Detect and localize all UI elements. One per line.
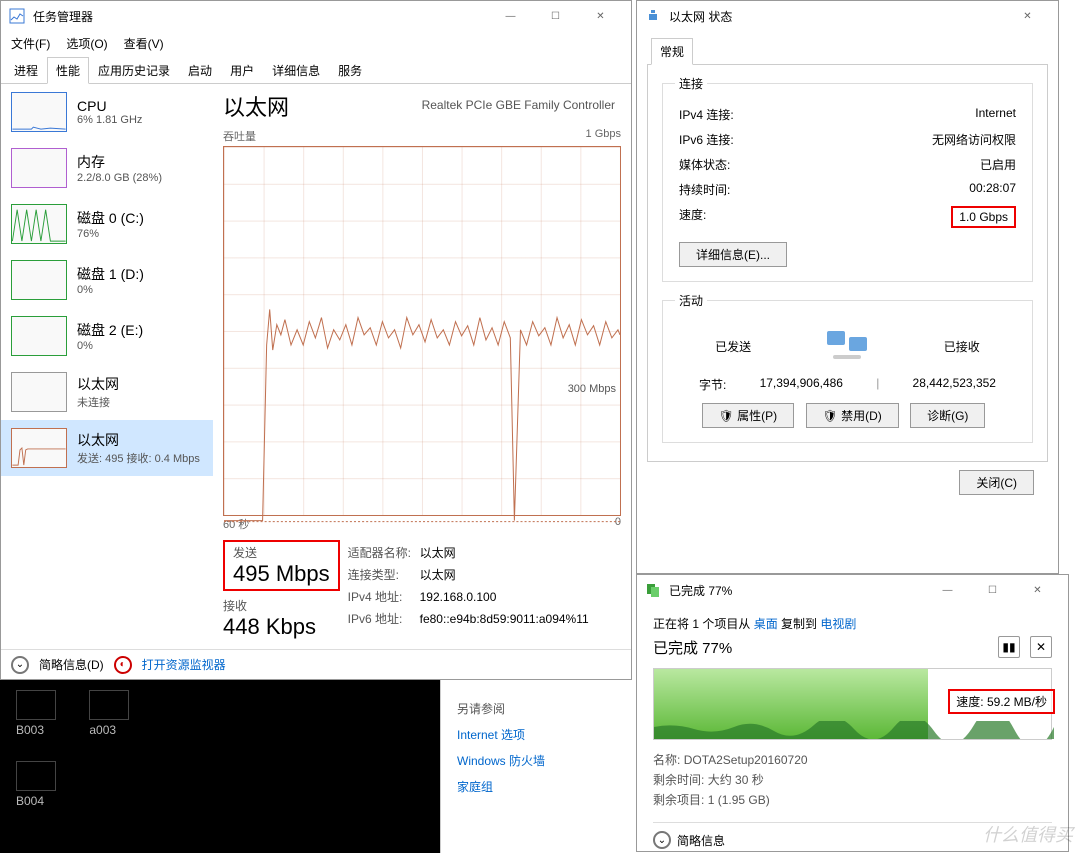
desktop-thumbs: B003 a003 B004 [0,680,440,853]
link-speed: 1.0 Gbps [951,206,1016,228]
tab-startup[interactable]: 启动 [179,57,221,84]
dst-link[interactable]: 电视剧 [820,617,856,631]
tab-services[interactable]: 服务 [329,57,371,84]
sidebar-item-ethernet-1[interactable]: 以太网未连接 [1,364,213,420]
menu-options[interactable]: 选项(O) [60,33,113,54]
media-state: 已启用 [980,156,1016,173]
thumb-b004[interactable] [16,761,56,791]
close-button[interactable]: ✕ [1005,2,1050,30]
speed-label: 速度: 59.2 MB/秒 [948,689,1055,714]
expand-icon[interactable]: ⌄ [653,831,671,849]
resmon-icon: ◐ [114,656,132,674]
stat-ipv4: 192.168.0.100 [420,590,497,604]
details-button[interactable]: 详细信息(E)... [679,242,787,267]
window-title: 已完成 77% [669,582,925,599]
send-highlight: 发送 495 Mbps [223,540,340,591]
status-bar: ⌄ 简略信息(D) ◐ 打开资源监视器 [1,649,631,679]
performance-sidebar: CPU6% 1.81 GHz 内存2.2/8.0 GB (28%) 磁盘 0 (… [1,84,213,650]
sidebar-item-disk2[interactable]: 磁盘 2 (E:)0% [1,308,213,364]
chart-label-throughput: 吞吐量 [223,128,256,144]
chart-label-max: 1 Gbps [586,128,621,144]
properties-button[interactable]: 🛡 属性(P) [702,403,795,428]
tab-general[interactable]: 常规 [651,38,693,65]
ipv6-status: 无网络访问权限 [932,131,1016,148]
ipv4-status: Internet [975,106,1016,123]
remaining: 1 (1.95 GB) [708,793,770,807]
throughput-chart: 300 Mbps [223,146,621,516]
close-dialog-button[interactable]: 关闭(C) [959,470,1034,495]
recv-label: 已接收 [944,338,980,355]
sidebar-item-memory[interactable]: 内存2.2/8.0 GB (28%) [1,140,213,196]
fewer-details-button[interactable]: 简略信息 [677,832,725,849]
tab-processes[interactable]: 进程 [5,57,47,84]
tab-users[interactable]: 用户 [221,57,263,84]
chart-legend: 300 Mbps [568,383,616,395]
bytes-sent: 17,394,906,486 [760,376,843,393]
tabstrip: 进程 性能 应用历史记录 启动 用户 详细信息 服务 [1,56,631,84]
stat-adapter-name: 以太网 [420,546,456,560]
app-icon [9,8,25,24]
disable-button[interactable]: 🛡 禁用(D) [806,403,899,428]
thumb-a003[interactable] [89,690,129,720]
copy-line: 正在将 1 个项目从 桌面 复制到 电视剧 [653,615,1052,632]
activity-fieldset: 活动 已发送 已接收 字节:17,394,906,486|28,442,523,… [662,292,1033,443]
titlebar[interactable]: 任务管理器 — ☐ ✕ [1,1,631,31]
link-homegroup[interactable]: 家庭组 [457,774,620,800]
bytes-recv: 28,442,523,352 [913,376,996,393]
adapter-name: Realtek PCIe GBE Family Controller [422,98,615,112]
sidebar-item-disk0[interactable]: 磁盘 0 (C:)76% [1,196,213,252]
item-name: DOTA2Setup20160720 [684,753,808,767]
link-firewall[interactable]: Windows 防火墙 [457,748,620,774]
window-title: 任务管理器 [33,8,488,25]
progress-text: 已完成 77% [653,637,732,658]
sidebar-item-disk1[interactable]: 磁盘 1 (D:)0% [1,252,213,308]
pause-button[interactable]: ▮▮ [998,636,1020,658]
cancel-button[interactable]: ✕ [1030,636,1052,658]
maximize-button[interactable]: ☐ [970,576,1015,604]
titlebar[interactable]: 已完成 77% —☐✕ [637,575,1068,605]
stat-conn-type: 以太网 [420,568,456,582]
watermark: 什么值得买 [983,821,1073,847]
computers-icon [823,327,871,366]
tab-performance[interactable]: 性能 [47,57,89,84]
close-button[interactable]: ✕ [1015,576,1060,604]
close-button[interactable]: ✕ [578,2,623,30]
send-value: 495 Mbps [233,561,330,587]
menu-file[interactable]: 文件(F) [5,33,56,54]
tab-details[interactable]: 详细信息 [263,57,329,84]
performance-main: 以太网 Realtek PCIe GBE Family Controller 吞… [213,84,631,650]
sidebar-item-ethernet-2[interactable]: 以太网发送: 495 接收: 0.4 Mbps [1,420,213,476]
menu-view[interactable]: 查看(V) [118,33,170,54]
expand-icon[interactable]: ⌄ [11,656,29,674]
sent-label: 已发送 [715,338,751,355]
progress-bar: 速度: 59.2 MB/秒 [653,668,1052,740]
panel-head: 另请参阅 [457,696,620,722]
copy-dialog: 已完成 77% —☐✕ 正在将 1 个项目从 桌面 复制到 电视剧 已完成 77… [636,574,1069,852]
fewer-details-button[interactable]: 简略信息(D) [39,656,104,673]
stat-ipv6: fe80::e94b:8d59:9011:a094%11 [420,612,589,626]
minimize-button[interactable]: — [925,576,970,604]
eta: 大约 30 秒 [708,773,764,787]
link-internet-options[interactable]: Internet 选项 [457,722,620,748]
copy-icon [645,582,661,598]
ethernet-status-window: 以太网 状态 ✕ 常规 连接 IPv4 连接:Internet IPv6 连接:… [636,0,1059,574]
thumb-b003[interactable] [16,690,56,720]
window-title: 以太网 状态 [669,8,1005,25]
maximize-button[interactable]: ☐ [533,2,578,30]
connection-fieldset: 连接 IPv4 连接:Internet IPv6 连接:无网络访问权限 媒体状态… [662,75,1033,282]
open-resmon-link[interactable]: 打开资源监视器 [142,656,226,673]
tab-app-history[interactable]: 应用历史记录 [89,57,179,84]
uptime: 00:28:07 [969,181,1016,198]
sidebar-item-cpu[interactable]: CPU6% 1.81 GHz [1,84,213,140]
src-link[interactable]: 桌面 [754,617,778,631]
task-manager-window: 任务管理器 — ☐ ✕ 文件(F) 选项(O) 查看(V) 进程 性能 应用历史… [0,0,632,680]
related-links-panel: 另请参阅 Internet 选项 Windows 防火墙 家庭组 [440,680,636,853]
recv-value: 448 Kbps [223,614,340,640]
diagnose-button[interactable]: 诊断(G) [910,403,985,428]
titlebar[interactable]: 以太网 状态 ✕ [637,1,1058,31]
minimize-button[interactable]: — [488,2,533,30]
network-icon [645,8,661,24]
menubar: 文件(F) 选项(O) 查看(V) [1,31,631,56]
